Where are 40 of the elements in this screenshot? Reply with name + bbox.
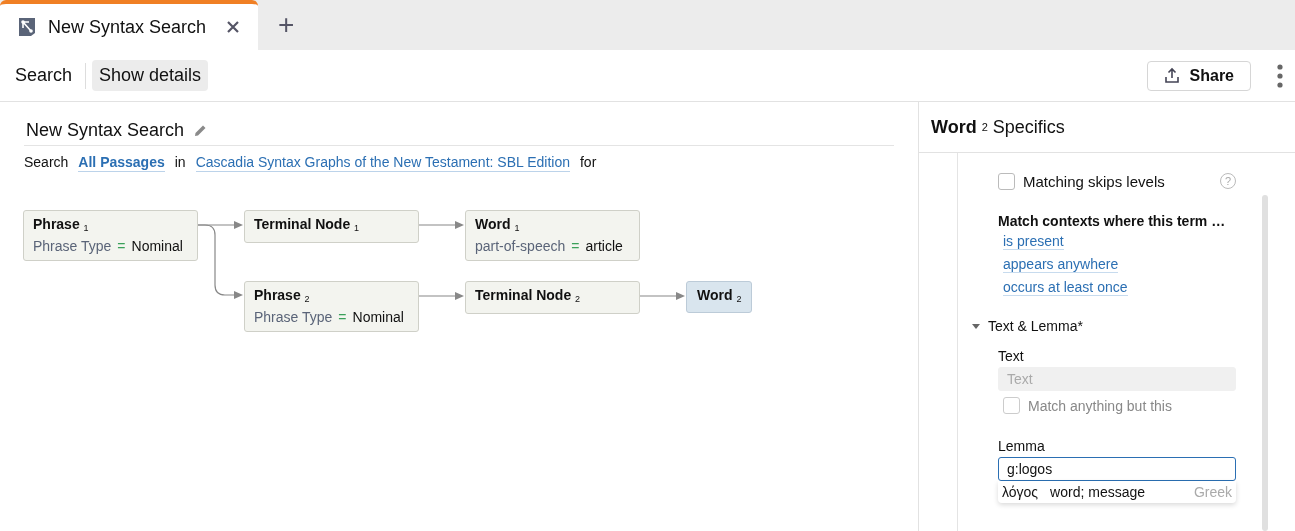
option-label: Matching skips levels — [1023, 172, 1165, 190]
close-icon[interactable] — [226, 20, 240, 34]
share-button[interactable]: Share — [1146, 60, 1251, 91]
share-icon — [1163, 67, 1180, 84]
context-link[interactable]: is present — [1003, 233, 1064, 250]
connector-arrow — [418, 292, 464, 300]
new-tab-button[interactable]: + — [272, 9, 301, 41]
lemma-field[interactable]: g:logos — [998, 457, 1236, 481]
checkbox[interactable] — [998, 172, 1015, 190]
connector-arrow — [639, 292, 685, 300]
field-label: Lemma — [998, 438, 1046, 454]
query-node[interactable]: Terminal Node $_{1}$ — [244, 210, 419, 243]
connector-arrow — [418, 221, 464, 229]
toolbar-button[interactable]: Show details — [92, 60, 209, 91]
option-label: Match anything but this — [1028, 397, 1172, 414]
context-link[interactable]: appears anywhere — [1003, 256, 1119, 273]
search-title: New Syntax Search — [26, 120, 185, 141]
scrollbar[interactable] — [1262, 195, 1268, 531]
more-icon[interactable] — [1277, 63, 1283, 88]
scope-link[interactable]: All Passages — [78, 154, 165, 172]
syntax-graph-icon — [18, 17, 36, 37]
query-node[interactable]: Phrase $_{1}$ Phrase Type = Nominal — [23, 210, 198, 261]
field-label: Text — [998, 348, 1025, 364]
toolbar-button[interactable]: Search — [8, 60, 80, 91]
query-node[interactable]: Word $_{2}$ — [686, 281, 753, 313]
tab[interactable]: New Syntax Search — [0, 0, 258, 50]
query-node[interactable]: Phrase $_{2}$ Phrase Type = Nominal — [244, 281, 419, 332]
query-node[interactable]: Terminal Node $_{2}$ — [465, 281, 640, 314]
query-node[interactable]: Word $_{1}$ part-of-speech = article — [465, 210, 640, 261]
scope-link[interactable]: Cascadia Syntax Graphs of the New Testament: SBL Edition — [195, 154, 570, 172]
pencil-icon[interactable] — [194, 124, 208, 137]
sentence-text: for — [579, 154, 597, 170]
caret-icon[interactable] — [972, 322, 980, 330]
section-heading: Match contexts where this term … — [998, 213, 1227, 229]
sentence-text: Search — [24, 154, 69, 170]
tab-title: New Syntax Search — [48, 16, 207, 38]
suggestion-item[interactable]: λόγος word; message Greek — [998, 481, 1236, 503]
sentence-text: in — [174, 154, 186, 170]
section-toggle[interactable]: Text & Lemma* — [972, 318, 1236, 334]
context-link[interactable]: occurs at least once — [1003, 279, 1128, 296]
